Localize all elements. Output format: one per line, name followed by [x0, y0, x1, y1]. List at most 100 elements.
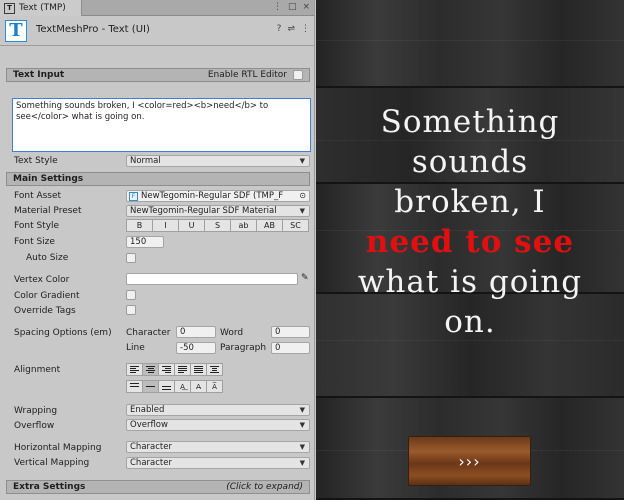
- inspector-tab-bar: T Text (TMP) ⋮ □ ×: [0, 0, 314, 16]
- vertical-mapping-dropdown[interactable]: Character ▼: [126, 457, 310, 469]
- auto-size-label: Auto Size: [26, 253, 69, 263]
- section-main-settings-label: Main Settings: [13, 174, 84, 184]
- more-options-icon[interactable]: ⋮: [273, 2, 282, 12]
- align-justified-icon: [178, 365, 187, 374]
- align-left-icon: [130, 365, 139, 374]
- align-baseline-button[interactable]: A͟: [174, 380, 191, 393]
- wrapping-dropdown[interactable]: Enabled ▼: [126, 404, 310, 416]
- align-bottom-icon: [162, 383, 171, 390]
- align-center-button[interactable]: [142, 363, 159, 376]
- display-text-highlight: need to see: [365, 224, 575, 260]
- rtl-editor-label: Enable RTL Editor: [207, 70, 287, 80]
- font-style-underline-button[interactable]: U: [178, 219, 205, 232]
- override-tags-checkbox[interactable]: [126, 305, 136, 315]
- horizontal-mapping-label: Horizontal Mapping: [14, 443, 102, 453]
- auto-size-checkbox[interactable]: [126, 253, 136, 263]
- inspector-panel: T Text (TMP) ⋮ □ × T TextMeshPro - Text …: [0, 0, 315, 500]
- baseline-icon: A͟: [180, 382, 185, 391]
- component-header: T TextMeshPro - Text (UI) ? ⇌ ⋮: [0, 16, 314, 46]
- game-view: Something sounds broken, I need to see w…: [316, 0, 624, 500]
- align-capline-button[interactable]: A̅: [206, 380, 223, 393]
- tab-title: Text (TMP): [19, 3, 66, 13]
- horizontal-mapping-dropdown[interactable]: Character ▼: [126, 441, 310, 453]
- font-asset-field[interactable]: F NewTegomin-Regular SDF (TMP_F ⊙: [126, 190, 310, 202]
- line-spacing-input[interactable]: -50: [176, 342, 216, 354]
- vertical-mapping-value: Character: [130, 458, 172, 468]
- align-justified-button[interactable]: [174, 363, 191, 376]
- display-text-line: Something: [380, 104, 560, 140]
- rtl-editor-checkbox[interactable]: [293, 70, 303, 80]
- chevron-down-icon: ▼: [299, 207, 305, 215]
- align-geometry-center-button[interactable]: [206, 363, 223, 376]
- chevron-down-icon: ▼: [299, 443, 305, 451]
- tab-text-tmp[interactable]: T Text (TMP): [0, 0, 82, 16]
- section-extra-settings[interactable]: Extra Settings (Click to expand): [6, 480, 310, 494]
- section-extra-settings-label: Extra Settings: [13, 482, 86, 492]
- align-flush-icon: [194, 365, 203, 374]
- spacing-options-label: Spacing Options (em): [14, 328, 112, 338]
- display-text-line: broken, I: [394, 184, 546, 220]
- character-spacing-label: Character: [126, 328, 171, 338]
- align-top-button[interactable]: [126, 380, 143, 393]
- font-asset-label: Font Asset: [14, 191, 62, 201]
- color-gradient-checkbox[interactable]: [126, 290, 136, 300]
- help-icon[interactable]: ?: [277, 24, 282, 34]
- vertex-color-field[interactable]: [126, 273, 298, 285]
- chevron-down-icon: ▼: [299, 406, 305, 414]
- color-gradient-label: Color Gradient: [14, 291, 80, 301]
- text-style-dropdown[interactable]: Normal ▼: [126, 155, 310, 167]
- align-bottom-button[interactable]: [158, 380, 175, 393]
- font-size-input[interactable]: 150: [126, 236, 164, 248]
- align-midline-button[interactable]: A̶: [190, 380, 207, 393]
- align-center-icon: [146, 365, 155, 374]
- align-left-button[interactable]: [126, 363, 143, 376]
- presets-icon[interactable]: ⇌: [287, 24, 295, 34]
- paragraph-spacing-label: Paragraph: [220, 343, 267, 353]
- chevron-down-icon: ▼: [299, 421, 305, 429]
- eyedropper-icon[interactable]: ✎: [301, 273, 309, 283]
- maximize-icon[interactable]: □: [288, 2, 297, 12]
- font-style-label: Font Style: [14, 221, 60, 231]
- textmeshpro-icon: T: [5, 20, 27, 42]
- font-style-smallcaps-button[interactable]: SC: [282, 219, 309, 232]
- wrapping-value: Enabled: [130, 405, 165, 415]
- material-preset-dropdown[interactable]: NewTegomin-Regular SDF Material ▼: [126, 205, 310, 217]
- display-text-line: sounds: [411, 144, 529, 180]
- font-style-bold-button[interactable]: B: [126, 219, 153, 232]
- align-middle-button[interactable]: [142, 380, 159, 393]
- next-button[interactable]: ›››: [408, 436, 531, 486]
- text-style-label: Text Style: [14, 156, 58, 166]
- vertical-alignment-buttons: A͟ A̶ A̅: [126, 380, 223, 393]
- overflow-value: Overflow: [130, 420, 168, 430]
- font-style-italic-button[interactable]: I: [152, 219, 179, 232]
- capline-icon: A̅: [212, 382, 217, 391]
- section-text-input-label: Text Input: [13, 70, 65, 80]
- close-icon[interactable]: ×: [302, 2, 310, 12]
- text-input-field[interactable]: Something sounds broken, I <color=red><b…: [12, 98, 311, 152]
- object-picker-icon[interactable]: ⊙: [299, 191, 306, 200]
- font-style-uppercase-button[interactable]: AB: [256, 219, 283, 232]
- align-flush-button[interactable]: [190, 363, 207, 376]
- character-spacing-input[interactable]: 0: [176, 326, 216, 338]
- component-menu-icon[interactable]: ⋮: [301, 24, 310, 34]
- next-arrows-icon: ›››: [458, 451, 481, 471]
- paragraph-spacing-input[interactable]: 0: [271, 342, 310, 354]
- overflow-dropdown[interactable]: Overflow ▼: [126, 419, 310, 431]
- align-right-button[interactable]: [158, 363, 175, 376]
- chevron-down-icon: ▼: [299, 459, 305, 467]
- section-text-input[interactable]: Text Input Enable RTL Editor: [6, 68, 310, 82]
- word-spacing-label: Word: [220, 328, 244, 338]
- font-style-lowercase-button[interactable]: ab: [230, 219, 257, 232]
- font-style-strikethrough-button[interactable]: S: [204, 219, 231, 232]
- component-title: TextMeshPro - Text (UI): [36, 24, 150, 35]
- wrapping-label: Wrapping: [14, 406, 58, 416]
- display-text: Something sounds broken, I need to see w…: [316, 102, 624, 342]
- word-spacing-input[interactable]: 0: [271, 326, 310, 338]
- section-main-settings[interactable]: Main Settings: [6, 172, 310, 186]
- alignment-label: Alignment: [14, 365, 61, 375]
- align-right-icon: [162, 365, 171, 374]
- display-text-line: on.: [444, 304, 496, 340]
- align-middle-icon: [146, 383, 155, 390]
- horizontal-alignment-buttons: [126, 363, 223, 376]
- font-asset-icon: F: [129, 192, 138, 201]
